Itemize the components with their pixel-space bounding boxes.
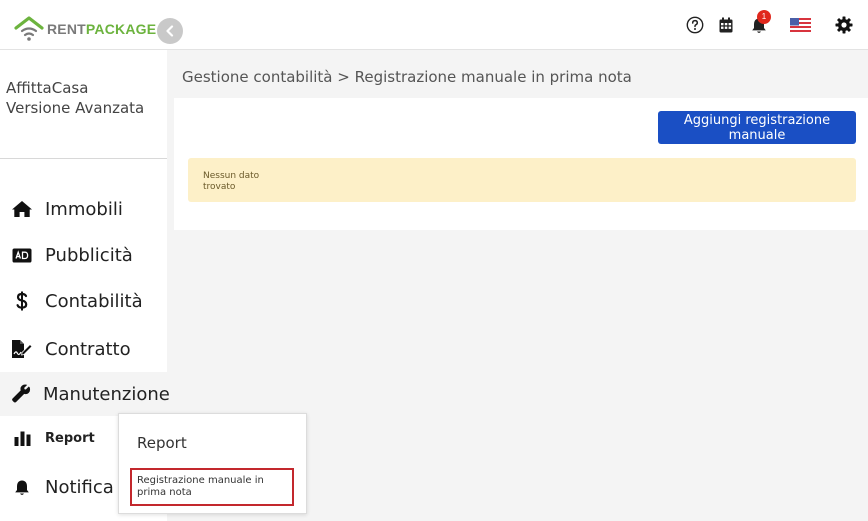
- dollar-icon: [11, 290, 33, 312]
- language-selector[interactable]: [790, 15, 811, 35]
- wrench-icon: [11, 383, 31, 405]
- sidebar-collapse-button[interactable]: [157, 18, 183, 44]
- empty-message: Nessun dato trovato: [203, 171, 260, 192]
- sidebar-item-label: Contabilità: [45, 290, 143, 312]
- logo[interactable]: RENTPACKAGE: [14, 16, 156, 42]
- sidebar-item-label: Contratto: [45, 338, 131, 360]
- help-button[interactable]: [685, 15, 705, 35]
- submenu-title: Report: [137, 434, 187, 452]
- sidebar-item-label: Report: [45, 430, 95, 446]
- gear-icon: [835, 16, 853, 34]
- report-submenu: Report Registrazione manuale in prima no…: [118, 413, 307, 514]
- sidebar-item-contratto[interactable]: Contratto: [0, 327, 167, 371]
- us-flag-icon: [790, 18, 811, 32]
- empty-alert: Nessun dato trovato: [188, 158, 856, 202]
- sidebar-item-label: Pubblicità: [45, 244, 133, 266]
- help-icon: [686, 16, 704, 34]
- submenu-item-manual-entry[interactable]: Registrazione manuale in prima nota: [130, 468, 294, 506]
- sidebar-item-label: Manutenzione: [43, 383, 170, 405]
- chevron-left-icon: [166, 25, 174, 37]
- ad-icon: [11, 244, 33, 266]
- bell-icon: [11, 476, 33, 498]
- sidebar-item-label: Immobili: [45, 198, 123, 220]
- breadcrumb: Gestione contabilità > Registrazione man…: [182, 68, 632, 86]
- company-plan: Versione Avanzata: [6, 99, 145, 117]
- calendar-button[interactable]: [716, 15, 736, 35]
- calendar-icon: [719, 17, 733, 33]
- sidebar-item-pubblicita[interactable]: Pubblicità: [0, 233, 167, 277]
- home-icon: [11, 198, 33, 220]
- notification-badge: 1: [757, 10, 771, 24]
- sidebar-item-immobili[interactable]: Immobili: [0, 187, 167, 231]
- settings-button[interactable]: [834, 15, 854, 35]
- contract-icon: [11, 338, 33, 360]
- top-bar: RENTPACKAGE 1: [0, 0, 868, 50]
- logo-house-icon: [14, 16, 44, 41]
- bar-chart-icon: [11, 427, 33, 449]
- company-info: AffittaCasa Versione Avanzata: [6, 78, 144, 118]
- submenu-item-label: Registrazione manuale in prima nota: [137, 475, 264, 498]
- logo-text: RENTPACKAGE: [47, 21, 157, 37]
- company-name: AffittaCasa: [6, 79, 89, 97]
- add-manual-entry-button[interactable]: Aggiungi registrazione manuale: [658, 111, 856, 144]
- sidebar-divider: [0, 158, 167, 159]
- sidebar-item-label: Notifica: [45, 476, 114, 498]
- sidebar-item-manutenzione[interactable]: Manutenzione: [0, 372, 170, 416]
- sidebar-item-contabilita[interactable]: Contabilità: [0, 279, 167, 323]
